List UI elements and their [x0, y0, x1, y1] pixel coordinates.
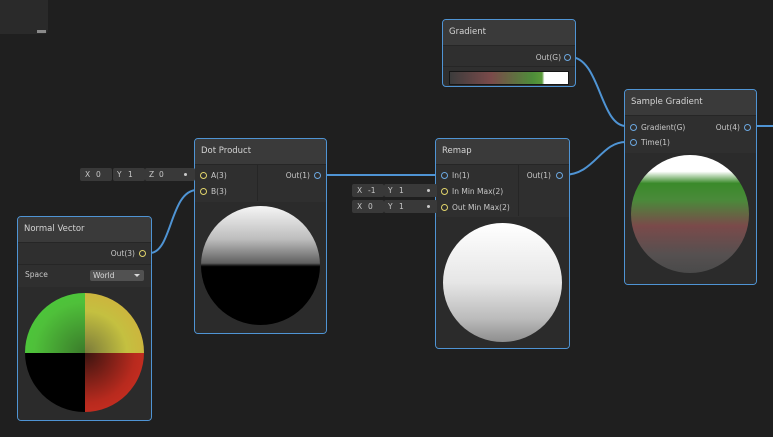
- sample-gradient-output-port[interactable]: [744, 124, 751, 131]
- gradient-output-port[interactable]: [564, 54, 571, 61]
- normal-vector-output-port[interactable]: [139, 250, 146, 257]
- normal-vector-space-value: World: [93, 271, 115, 280]
- remap-in-port[interactable]: [441, 172, 448, 179]
- remap-out-inline-port: [427, 205, 430, 208]
- remap-output-port[interactable]: [556, 172, 563, 179]
- dot-product-a-label: A(3): [211, 171, 227, 180]
- normal-vector-output-label: Out(3): [110, 249, 135, 258]
- normal-vector-sphere-preview: [25, 293, 144, 412]
- gradient-node[interactable]: Gradient Out(G): [442, 19, 576, 87]
- sample-gradient-time-port[interactable]: [630, 139, 637, 146]
- remap-out-y-field[interactable]: Y 1: [384, 200, 437, 213]
- dot-product-a-port[interactable]: [200, 172, 207, 179]
- remap-out-y-label: Y: [388, 202, 393, 211]
- remap-preview: [436, 217, 569, 348]
- dot-product-b-label: B(3): [211, 187, 227, 196]
- dot-a-x-value: 0: [96, 170, 101, 179]
- remap-output-label: Out(1): [526, 171, 551, 180]
- dot-product-b-port[interactable]: [200, 188, 207, 195]
- gradient-preview-bar[interactable]: [449, 71, 569, 85]
- normal-vector-node[interactable]: Normal Vector Out(3) Space World: [17, 216, 152, 421]
- sample-gradient-preview: [625, 153, 756, 284]
- dot-product-sphere-preview: [201, 206, 320, 325]
- remap-out-y-value: 1: [399, 202, 404, 211]
- remap-in-y-field[interactable]: Y 1: [384, 184, 437, 197]
- sample-gradient-output-label: Out(4): [715, 123, 740, 132]
- dot-a-x-label: X: [85, 170, 91, 179]
- dot-product-node[interactable]: Dot Product A(3) B(3) Out(1): [194, 138, 327, 334]
- dot-a-y-field[interactable]: Y 1: [113, 168, 145, 181]
- remap-in-x-field[interactable]: X -1: [352, 184, 384, 197]
- wire-remap-out-to-time: [562, 141, 627, 176]
- normal-vector-node-title: Normal Vector: [18, 217, 151, 243]
- sample-gradient-gradient-port[interactable]: [630, 124, 637, 131]
- sample-gradient-node-title: Sample Gradient: [625, 90, 756, 116]
- remap-sphere-preview: [443, 223, 562, 342]
- remap-out-x-value: 0: [368, 202, 373, 211]
- dot-a-y-label: Y: [117, 170, 122, 179]
- wire-normal-to-dot-b: [149, 189, 198, 254]
- sample-gradient-sphere-preview: [631, 155, 749, 273]
- normal-vector-preview: [18, 287, 151, 420]
- dot-a-z-value: 0: [159, 170, 164, 179]
- dot-product-node-title: Dot Product: [195, 139, 326, 165]
- gradient-output-label: Out(G): [535, 53, 561, 62]
- wire-gradient-to-sample: [569, 56, 627, 127]
- chevron-down-icon: [134, 274, 140, 277]
- remap-node[interactable]: Remap In(1) In Min Max(2) Out Min Max(2)…: [435, 138, 570, 349]
- dot-a-z-label: Z: [149, 170, 155, 179]
- remap-in-x-value: -1: [368, 186, 376, 195]
- gradient-node-title: Gradient: [443, 20, 575, 46]
- dot-product-output-port[interactable]: [314, 172, 321, 179]
- remap-out-min-max-label: Out Min Max(2): [452, 203, 510, 212]
- remap-column-divider: [518, 164, 519, 216]
- dot-product-column-divider: [257, 164, 258, 201]
- dot-a-z-field[interactable]: Z 0: [145, 168, 195, 181]
- normal-vector-space-label: Space: [25, 270, 48, 279]
- dot-product-output-label: Out(1): [285, 171, 310, 180]
- gradient-divider: [443, 66, 575, 67]
- remap-in-min-max-label: In Min Max(2): [452, 187, 504, 196]
- remap-in-label: In(1): [452, 171, 470, 180]
- sample-gradient-node[interactable]: Sample Gradient Gradient(G) Time(1) Out(…: [624, 89, 757, 285]
- sample-gradient-gradient-label: Gradient(G): [641, 123, 686, 132]
- remap-in-y-label: Y: [388, 186, 393, 195]
- remap-node-title: Remap: [436, 139, 569, 165]
- normal-vector-divider: [18, 264, 151, 265]
- remap-out-x-label: X: [357, 202, 363, 211]
- remap-in-x-label: X: [357, 186, 363, 195]
- dot-a-inline-port: [184, 173, 187, 176]
- remap-in-y-value: 1: [399, 186, 404, 195]
- remap-in-min-max-port[interactable]: [441, 188, 448, 195]
- dot-product-preview: [195, 202, 326, 333]
- remap-in-inline-port: [427, 189, 430, 192]
- remap-out-min-max-port[interactable]: [441, 204, 448, 211]
- normal-vector-space-dropdown[interactable]: World: [90, 270, 144, 281]
- sample-gradient-time-label: Time(1): [641, 138, 670, 147]
- dot-a-y-value: 1: [128, 170, 133, 179]
- dot-a-x-field[interactable]: X 0: [80, 168, 112, 181]
- remap-out-x-field[interactable]: X 0: [352, 200, 384, 213]
